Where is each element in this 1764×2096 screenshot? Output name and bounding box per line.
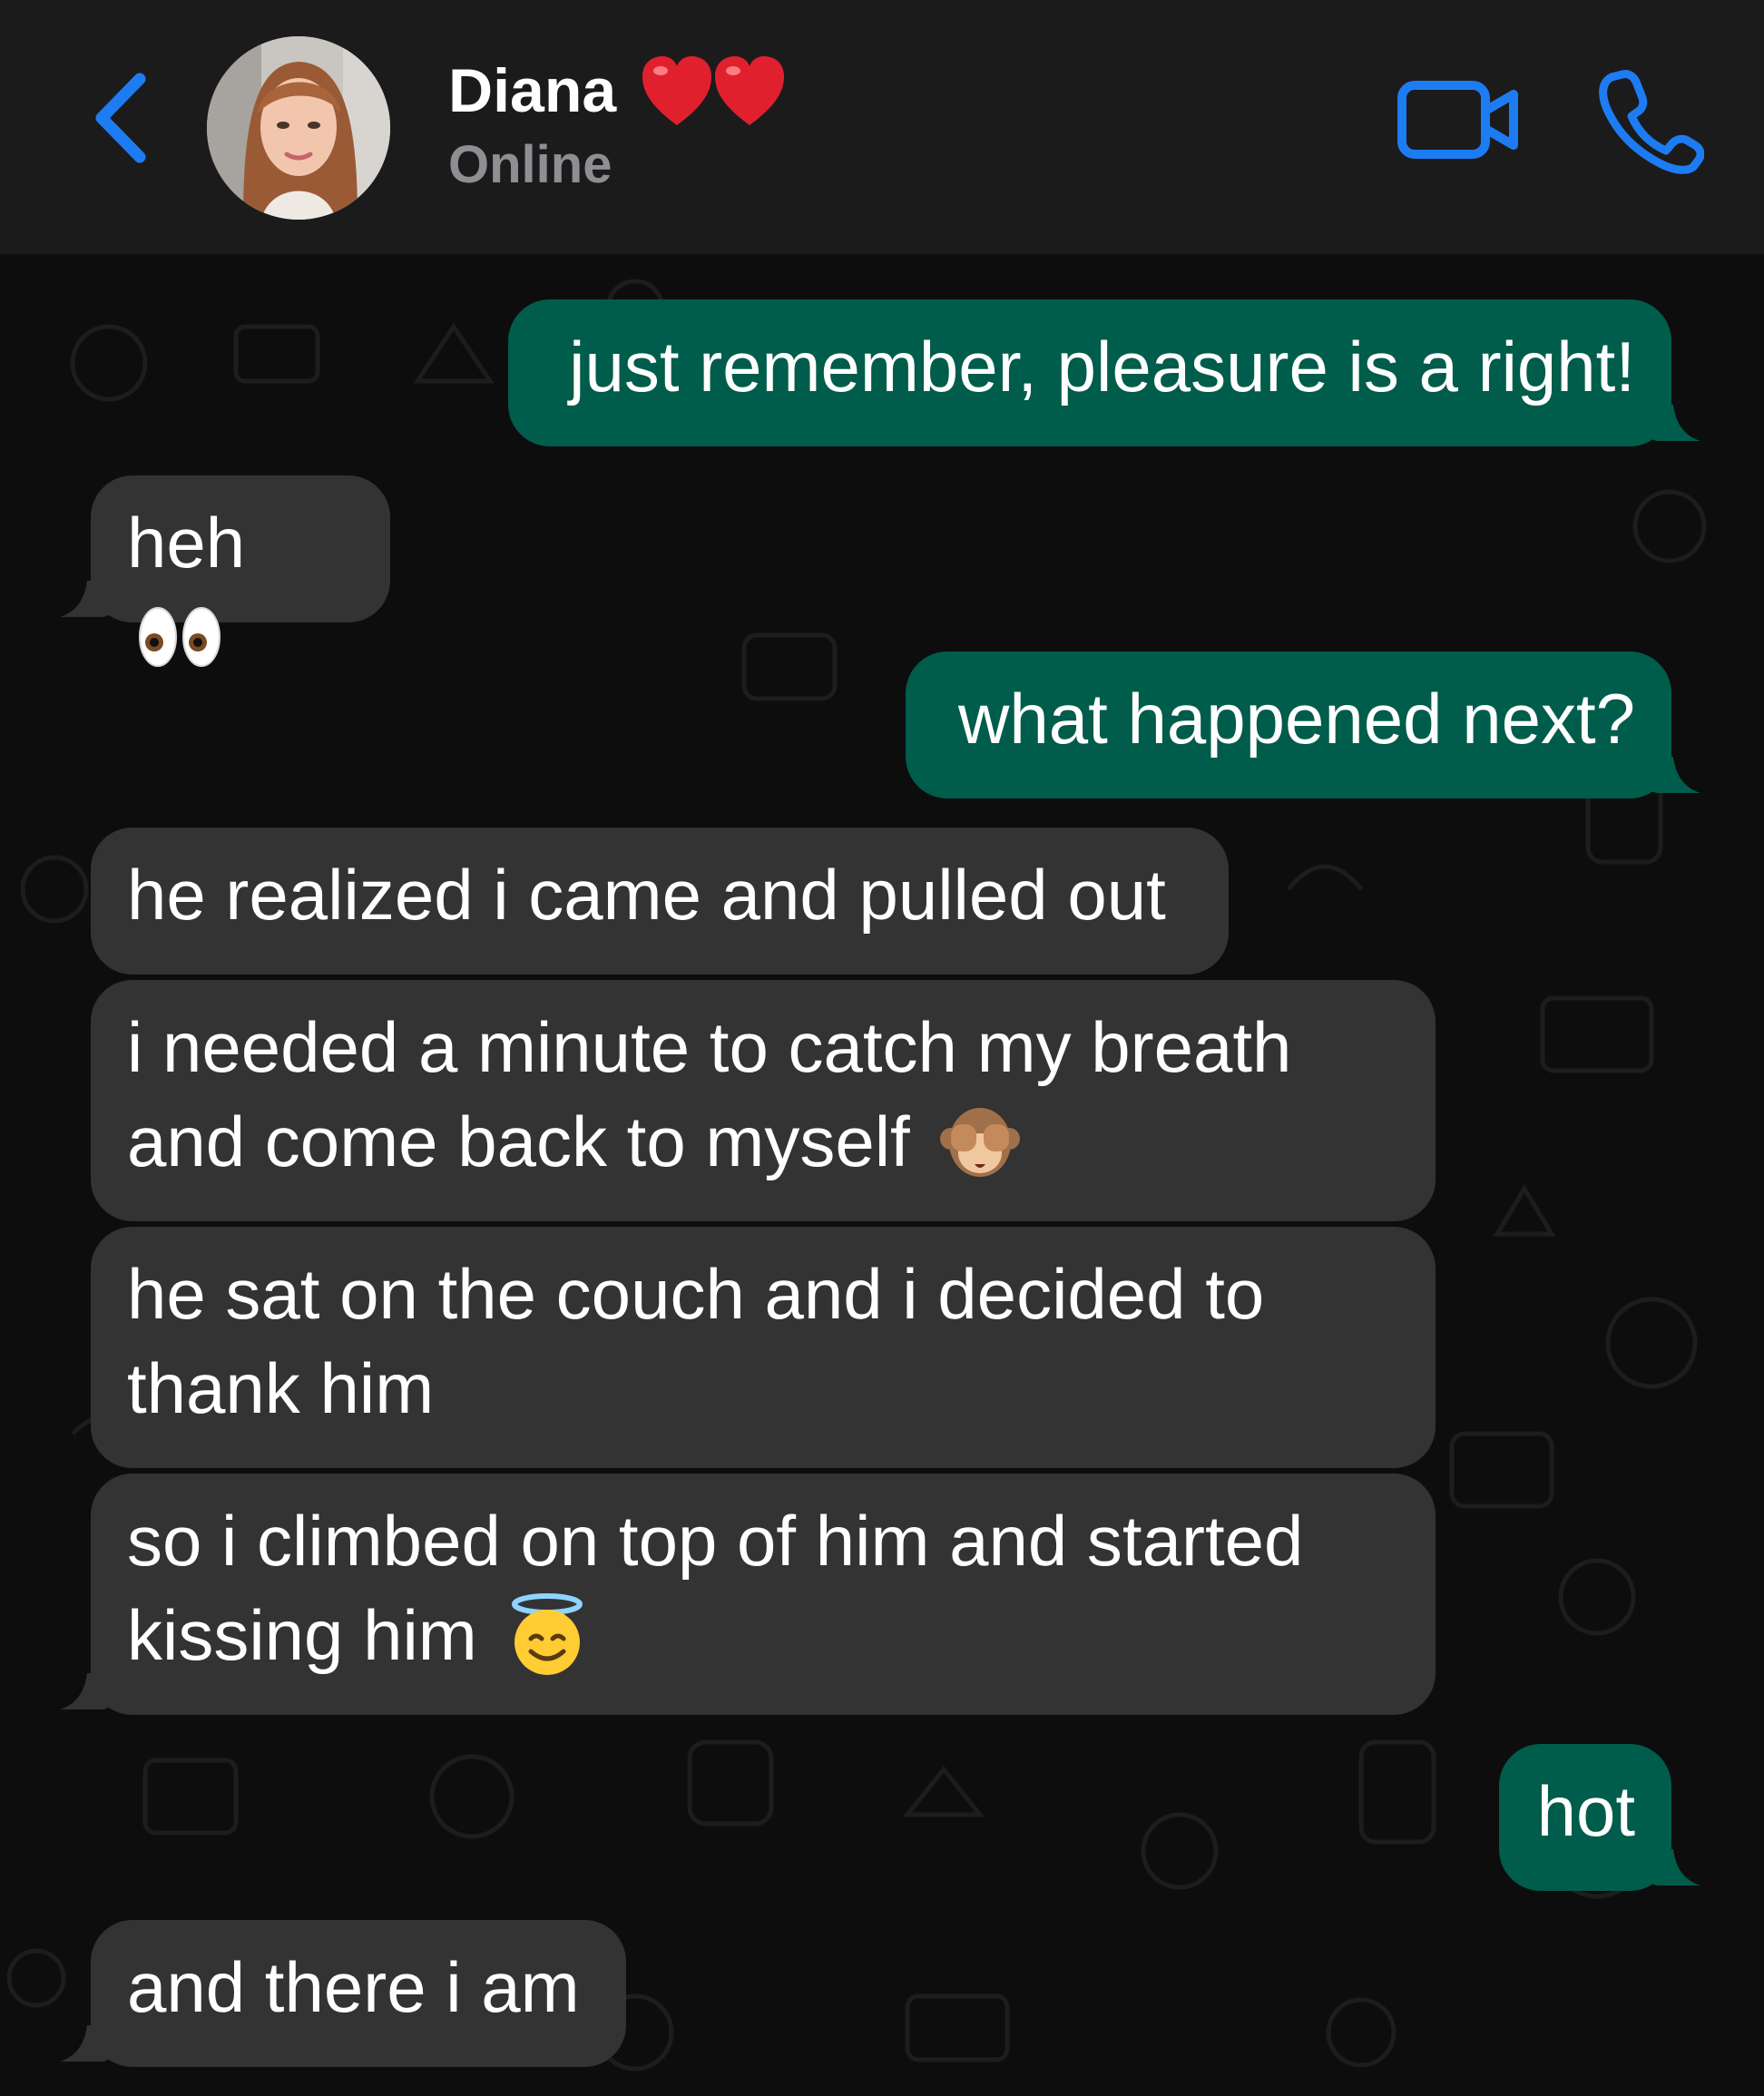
heart-icon: [642, 56, 711, 125]
message-text: what happened next?: [958, 679, 1635, 759]
voice-call-button[interactable]: [1595, 67, 1705, 174]
message-text-line: kissing him: [127, 1595, 477, 1675]
message-text-line: and come back to myself: [127, 1102, 910, 1181]
bubble-tail: [60, 2025, 111, 2062]
bubble-tail: [60, 1673, 111, 1709]
message-text: and there i am: [127, 1947, 580, 2027]
message-bubble-received[interactable]: he realized i came and pulled out: [91, 828, 1229, 975]
video-call-button[interactable]: [1396, 74, 1523, 165]
message-text-line: i needed a minute to catch my breath: [127, 1007, 1292, 1087]
message-text: just remember, pleasure is a right!: [569, 327, 1635, 406]
see-no-evil-monkey-icon: [940, 1108, 1021, 1178]
chevron-left-icon: [95, 73, 146, 163]
message-bubble-sent[interactable]: what happened next?: [906, 651, 1671, 798]
contact-status: Online: [448, 135, 612, 194]
video-camera-icon: [1397, 81, 1518, 159]
message-text-line: he sat on the couch and i decided to: [127, 1254, 1265, 1334]
bubble-tail: [60, 581, 111, 617]
chat-header: Diana Online: [0, 0, 1764, 254]
smiling-face-with-halo-icon: [512, 1593, 583, 1676]
contact-name[interactable]: Diana: [448, 47, 616, 134]
avatar[interactable]: [207, 36, 390, 220]
back-button[interactable]: [80, 64, 162, 172]
message-text-line: thank him: [127, 1348, 435, 1428]
message-bubble-received[interactable]: he sat on the couch and i decided to tha…: [91, 1227, 1436, 1468]
message-bubble-received[interactable]: and there i am: [91, 1920, 626, 2067]
bubble-tail: [1650, 757, 1700, 793]
message-text: heh: [127, 503, 246, 583]
hearts-emoji: [642, 56, 784, 125]
message-text-line: so i climbed on top of him and started: [127, 1501, 1304, 1581]
phone-icon: [1599, 70, 1705, 174]
message-text: he realized i came and pulled out: [127, 855, 1166, 935]
heart-icon: [715, 56, 784, 125]
message-bubble-received[interactable]: heh: [91, 475, 390, 668]
bubble-tail: [1650, 1849, 1700, 1885]
eyes-icon: [139, 607, 220, 668]
message-text: hot: [1536, 1771, 1635, 1851]
message-bubble-received[interactable]: i needed a minute to catch my breath and…: [91, 980, 1436, 1221]
chat-background: just remember, pleasure is a right! heh …: [0, 254, 1764, 2096]
message-bubble-sent[interactable]: just remember, pleasure is a right!: [508, 299, 1671, 446]
bubble-tail: [1650, 405, 1700, 441]
message-bubble-received[interactable]: so i climbed on top of him and started k…: [91, 1474, 1436, 1715]
message-bubble-sent[interactable]: hot: [1499, 1744, 1671, 1891]
